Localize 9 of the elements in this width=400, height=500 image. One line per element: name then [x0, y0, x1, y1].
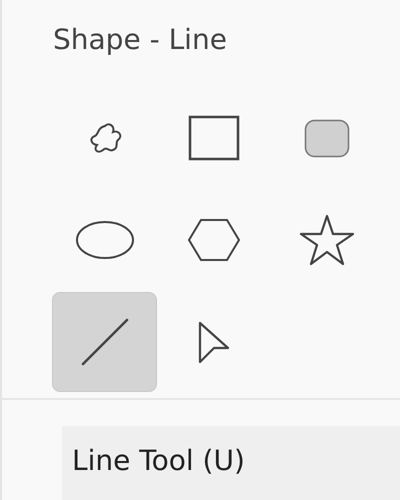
ellipse-icon	[74, 220, 134, 260]
line-icon	[80, 318, 128, 366]
pointer-icon	[196, 320, 230, 364]
star-icon	[298, 214, 354, 266]
rounded-rectangle-icon	[304, 118, 350, 158]
hexagon-icon	[186, 218, 240, 262]
panel-title: Shape - Line	[53, 22, 227, 58]
rectangle-icon	[188, 115, 240, 161]
tooltip-text: Line Tool (U)	[72, 444, 245, 477]
